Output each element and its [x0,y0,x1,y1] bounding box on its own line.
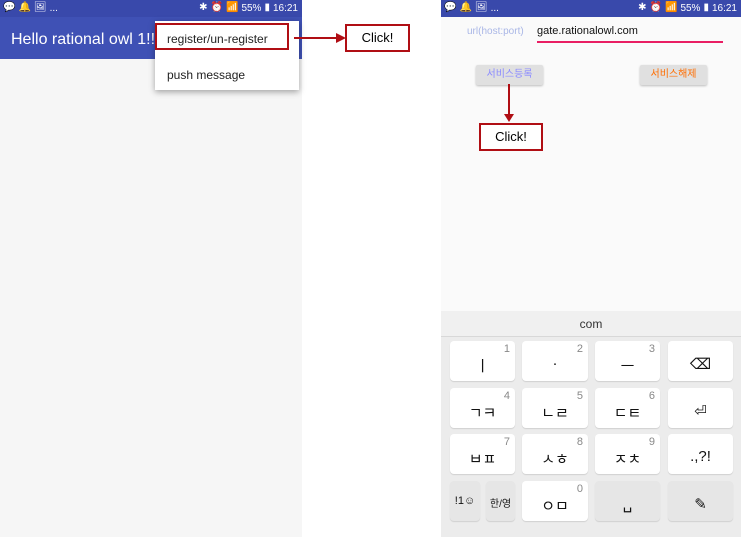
language-key[interactable]: 한/영 [486,481,515,521]
key-bieup[interactable]: ㅂㅍ 7 [450,434,515,474]
unregister-button[interactable]: 서비스해제 [640,65,707,85]
key-number: 1 [503,343,510,355]
bluetooth-icon: ✱ [638,2,647,13]
key-label: ㅅㅎ [541,451,569,468]
key-label: ㄷㅌ [613,405,642,422]
status-more: ... [490,2,499,14]
status-time: 16:21 [272,2,298,14]
left-phone-screen: 💬 🔔 🖼 ... ✱ ⏰ 📶 55% ▮ 16:21 Hello ration… [0,0,302,537]
key-label: !1☺ [454,495,476,507]
space-key[interactable]: ␣ [595,481,660,521]
notification-icon: 🔔 [459,2,472,13]
key-ieung[interactable]: ㅇㅁ 0 [522,481,588,521]
url-label: url(host:port) [467,26,524,37]
backspace-icon: ⌫ [689,356,712,373]
backspace-key[interactable]: ⌫ [668,341,733,381]
notification-icon: 🔔 [18,2,31,13]
battery-percent: 55% [241,2,262,14]
key-label: ㄴㄹ [541,405,569,422]
key-number: 4 [503,390,510,402]
arrow-right-icon [294,33,346,43]
click-callout: Click! [345,24,410,52]
keyboard: com ㅣ 1 · 2 ㅡ 3 ⌫ ㄱㅋ 4 ㄴㄹ 5 ㄷㅌ 6 ⏎ ㅂㅍ 7 … [441,311,741,537]
key-number: 9 [648,436,655,448]
bluetooth-icon: ✱ [199,2,208,13]
app-title: Hello rational owl 1!! [11,31,156,48]
keyboard-suggestion[interactable]: com [441,311,741,337]
url-input[interactable]: gate.rationalowl.com [537,25,723,43]
status-bar: 💬 🔔 🖼 ... ✱ ⏰ 📶 55% ▮ 16:21 [441,0,741,17]
key-number: 3 [648,343,655,355]
key-number: 0 [576,483,583,495]
punctuation-key[interactable]: .,?! [668,434,733,474]
wifi-icon: 📶 [664,2,678,13]
battery-icon: ▮ [264,2,270,13]
status-bar: 💬 🔔 🖼 ... ✱ ⏰ 📶 55% ▮ 16:21 [0,0,302,17]
key-jieut[interactable]: ㅈㅊ 9 [595,434,660,474]
key-label: ㄱㅋ [468,405,497,422]
alarm-icon: ⏰ [210,2,223,13]
key-number: 8 [576,436,583,448]
gallery-icon: 🖼 [33,2,47,13]
wifi-icon: 📶 [225,2,239,13]
arrow-down-icon [504,84,514,122]
chat-icon: 💬 [444,2,457,13]
symbols-key[interactable]: !1☺ [450,481,480,521]
right-phone-screen: 💬 🔔 🖼 ... ✱ ⏰ 📶 55% ▮ 16:21 url(host:por… [441,0,741,537]
key-i[interactable]: ㅣ 1 [450,341,515,381]
menu-item-push-message[interactable]: push message [167,68,245,82]
key-number: 5 [576,390,583,402]
key-label: ㅂㅍ [468,451,497,468]
enter-key[interactable]: ⏎ [668,388,733,428]
chat-icon: 💬 [3,2,16,13]
key-label: .,?! [690,448,711,465]
key-eu[interactable]: ㅡ 3 [595,341,660,381]
key-siot[interactable]: ㅅㅎ 8 [522,434,588,474]
enter-icon: ⏎ [694,403,707,420]
key-label: · [552,355,558,372]
handwriting-key[interactable]: ✎ [668,481,733,521]
key-label: ㅣ [475,358,490,375]
key-number: 7 [503,436,510,448]
status-more: ... [49,2,58,14]
key-label: ㅡ [620,358,635,375]
key-label: ㅈㅊ [613,451,642,468]
key-dot[interactable]: · 2 [522,341,588,381]
key-number: 6 [648,390,655,402]
pen-icon: ✎ [694,496,707,513]
key-nieun[interactable]: ㄴㄹ 5 [522,388,588,428]
key-digeut[interactable]: ㄷㅌ 6 [595,388,660,428]
key-giyeok[interactable]: ㄱㅋ 4 [450,388,515,428]
key-label: ㅇㅁ [541,498,569,515]
battery-percent: 55% [680,2,701,14]
gallery-icon: 🖼 [474,2,488,13]
click-callout: Click! [479,123,543,151]
battery-icon: ▮ [703,2,709,13]
highlight-box [155,23,289,50]
key-number: 2 [576,343,583,355]
key-label: 한/영 [489,499,512,510]
space-icon: ␣ [622,496,633,513]
alarm-icon: ⏰ [649,2,662,13]
status-time: 16:21 [711,2,737,14]
